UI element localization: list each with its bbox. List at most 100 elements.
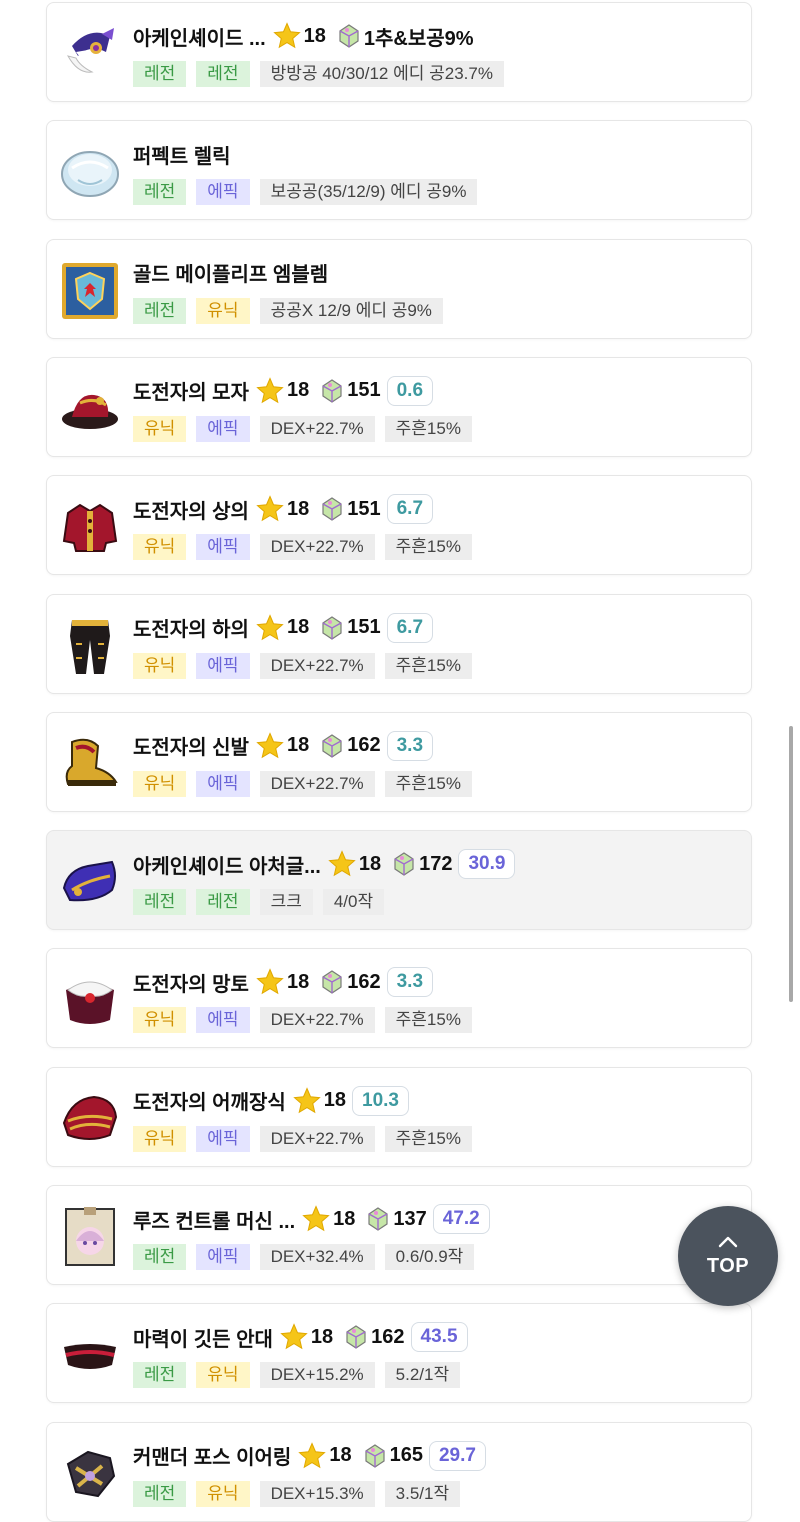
option-tag: 주흔15% xyxy=(384,1007,472,1034)
item-tags: 유닉 에픽 DEX+22.7% 주흔15% xyxy=(133,1125,472,1152)
scrollbar[interactable] xyxy=(789,726,793,1002)
option-tag: DEX+22.7% xyxy=(259,415,375,442)
starforce-star-icon xyxy=(272,22,301,49)
starforce-value: 18 xyxy=(329,1444,352,1467)
option-tag: 에픽 xyxy=(196,652,250,679)
equipment-card[interactable]: 마력이 깃든 안대 18 162 43.5 레전 유닉 DEX+15.2% 5.2/1작 xyxy=(46,1303,752,1404)
potential-value: 1추&보공9% xyxy=(363,27,474,50)
option-tag: 공공X 12/9 에디 공9% xyxy=(259,297,443,324)
arcane-hat-icon xyxy=(57,21,123,87)
equipment-card[interactable]: 도전자의 하의 18 151 6.7 유닉 에픽 DEX+22.7% 주흔15% xyxy=(46,593,752,694)
score-badge: 47.2 xyxy=(432,1204,490,1234)
item-header: 아케인셰이드 ... 18 1추&보공9% xyxy=(133,19,474,53)
equipment-card[interactable]: 도전자의 모자 18 151 0.6 유닉 에픽 DEX+22.7% 주흔15% xyxy=(46,356,752,457)
option-tag: 크크 xyxy=(259,889,313,916)
item-tags: 레전 유닉 DEX+15.3% 3.5/1작 xyxy=(133,1480,461,1507)
option-tag: 레전 xyxy=(133,61,187,87)
option-tag: DEX+22.7% xyxy=(259,1007,375,1034)
option-tag: 주흔15% xyxy=(384,770,472,797)
option-tag: 레전 xyxy=(133,1480,187,1507)
potential-value: 162 xyxy=(347,970,381,993)
starforce-value: 18 xyxy=(303,24,326,47)
option-tag: 레전 xyxy=(196,889,250,916)
option-tag: 유닉 xyxy=(196,297,250,324)
item-tags: 유닉 에픽 DEX+22.7% 주흔15% xyxy=(133,770,472,797)
starforce-star-icon xyxy=(298,1441,327,1468)
potential-cube-icon xyxy=(322,734,342,758)
item-tags: 레전 에픽 DEX+32.4% 0.6/0.9작 xyxy=(133,1244,475,1270)
scroll-top-button[interactable]: TOP xyxy=(678,1206,778,1306)
option-tag: 에픽 xyxy=(196,179,250,206)
starforce-star-icon xyxy=(302,1205,330,1232)
option-tag: 3.5/1작 xyxy=(384,1480,461,1507)
option-tag: 주흔15% xyxy=(384,415,472,442)
item-header: 루즈 컨트롤 머신 ... 18 137 47.2 xyxy=(133,1202,490,1236)
option-tag: 5.2/1작 xyxy=(384,1362,461,1389)
equipment-card[interactable]: 루즈 컨트롤 머신 ... 18 137 47.2 레전 에픽 DEX+32.4% 0.6/0… xyxy=(46,1185,752,1285)
option-tag: DEX+22.7% xyxy=(259,770,375,797)
item-name: 도전자의 모자 xyxy=(133,382,249,405)
item-tags: 레전 유닉 DEX+15.2% 5.2/1작 xyxy=(133,1362,461,1389)
starforce-star-icon xyxy=(256,732,284,759)
starforce-star-icon xyxy=(256,377,284,404)
option-tag: DEX+22.7% xyxy=(259,1125,375,1152)
option-tag: 에픽 xyxy=(196,1244,250,1270)
starforce-value: 18 xyxy=(286,616,310,638)
item-tags: 레전 에픽 보공공(35/12/9) 에디 공9% xyxy=(133,179,478,206)
option-tag: 에픽 xyxy=(196,534,250,561)
potential-cube-icon xyxy=(339,24,359,48)
potential-cube-icon xyxy=(346,1325,366,1350)
option-tag: 주흔15% xyxy=(384,652,472,679)
equipment-card[interactable]: 아케인셰이드 ... 18 1추&보공9% 레전 레전 방방공 40/30/12 에디 공… xyxy=(46,2,752,102)
score-badge: 6.7 xyxy=(386,494,434,525)
starforce-star-icon xyxy=(256,495,284,522)
equipment-card[interactable]: 골드 메이플리프 엠블렘레전 유닉 공공X 12/9 에디 공9% xyxy=(46,238,752,339)
item-tags: 레전 유닉 공공X 12/9 에디 공9% xyxy=(133,297,443,324)
potential-cube-icon xyxy=(322,615,342,640)
option-tag: 방방공 40/30/12 에디 공23.7% xyxy=(259,61,504,87)
equipment-card[interactable]: 도전자의 신발 18 162 3.3 유닉 에픽 DEX+22.7% 주흔15% xyxy=(46,711,752,812)
potential-cube-icon xyxy=(394,852,414,876)
item-name: 도전자의 망토 xyxy=(133,973,249,996)
potential-cube-icon xyxy=(322,379,342,403)
item-header: 커맨더 포스 이어링 18 165 29.7 xyxy=(133,1439,486,1473)
item-tags: 유닉 에픽 DEX+22.7% 주흔15% xyxy=(133,652,472,679)
challenger-pants-icon xyxy=(57,613,123,679)
item-name: 아케인셰이드 ... xyxy=(133,27,266,50)
equipment-card[interactable]: 도전자의 망토 18 162 3.3 유닉 에픽 DEX+22.7% 주흔15% xyxy=(46,948,752,1049)
option-tag: DEX+15.3% xyxy=(259,1480,375,1507)
option-tag: 에픽 xyxy=(196,415,250,442)
equipment-card[interactable]: 퍼펙트 렐릭 레전 에픽 보공공(35/12/9) 에디 공9% xyxy=(46,120,752,221)
emblem-icon xyxy=(57,258,123,324)
equipment-card[interactable]: 커맨더 포스 이어링 18 165 29.7 레전 유닉 DEX+15.3% 3.5/1작 xyxy=(46,1421,752,1522)
starforce-value: 18 xyxy=(286,734,310,757)
option-tag: 레전 xyxy=(133,179,187,206)
item-tags: 레전 레전 방방공 40/30/12 에디 공23.7% xyxy=(133,61,504,87)
eyepatch-icon xyxy=(57,1322,123,1388)
item-tags: 유닉 에픽 DEX+22.7% 주흔15% xyxy=(133,534,472,561)
potential-value: 151 xyxy=(347,379,381,402)
starforce-star-icon xyxy=(256,613,284,640)
item-header: 골드 메이플리프 엠블렘 xyxy=(133,256,328,290)
score-badge: 29.7 xyxy=(428,1440,486,1471)
score-badge: 43.5 xyxy=(410,1322,468,1353)
equipment-card[interactable]: 도전자의 어깨장식 18 10.3 유닉 에픽 DEX+22.7% 주흔15% xyxy=(46,1066,752,1167)
option-tag: 레전 xyxy=(196,61,250,87)
starforce-value: 18 xyxy=(310,1325,334,1348)
option-tag: 레전 xyxy=(133,297,187,324)
potential-value: 137 xyxy=(393,1207,427,1230)
starforce-star-icon xyxy=(280,1323,308,1350)
potential-value: 151 xyxy=(347,616,381,638)
equipment-card[interactable]: 도전자의 상의 18 151 6.7 유닉 에픽 DEX+22.7% 주흔15% xyxy=(46,475,752,576)
option-tag: 주흔15% xyxy=(384,1125,472,1152)
item-name: 도전자의 하의 xyxy=(133,619,249,641)
item-header: 도전자의 하의 18 151 6.7 xyxy=(133,611,434,645)
potential-value: 151 xyxy=(347,497,381,520)
item-header: 도전자의 상의 18 151 6.7 xyxy=(133,492,434,526)
top-button-label: TOP xyxy=(706,1254,750,1277)
potential-value: 165 xyxy=(389,1444,423,1467)
equipment-card[interactable]: 아케인셰이드 아처글... 18 172 30.9 레전 레전 크크 4/0작 xyxy=(46,830,752,931)
potential-cube-icon xyxy=(322,497,342,521)
item-tags: 유닉 에픽 DEX+22.7% 주흔15% xyxy=(133,415,472,442)
relic-icon xyxy=(57,139,123,205)
